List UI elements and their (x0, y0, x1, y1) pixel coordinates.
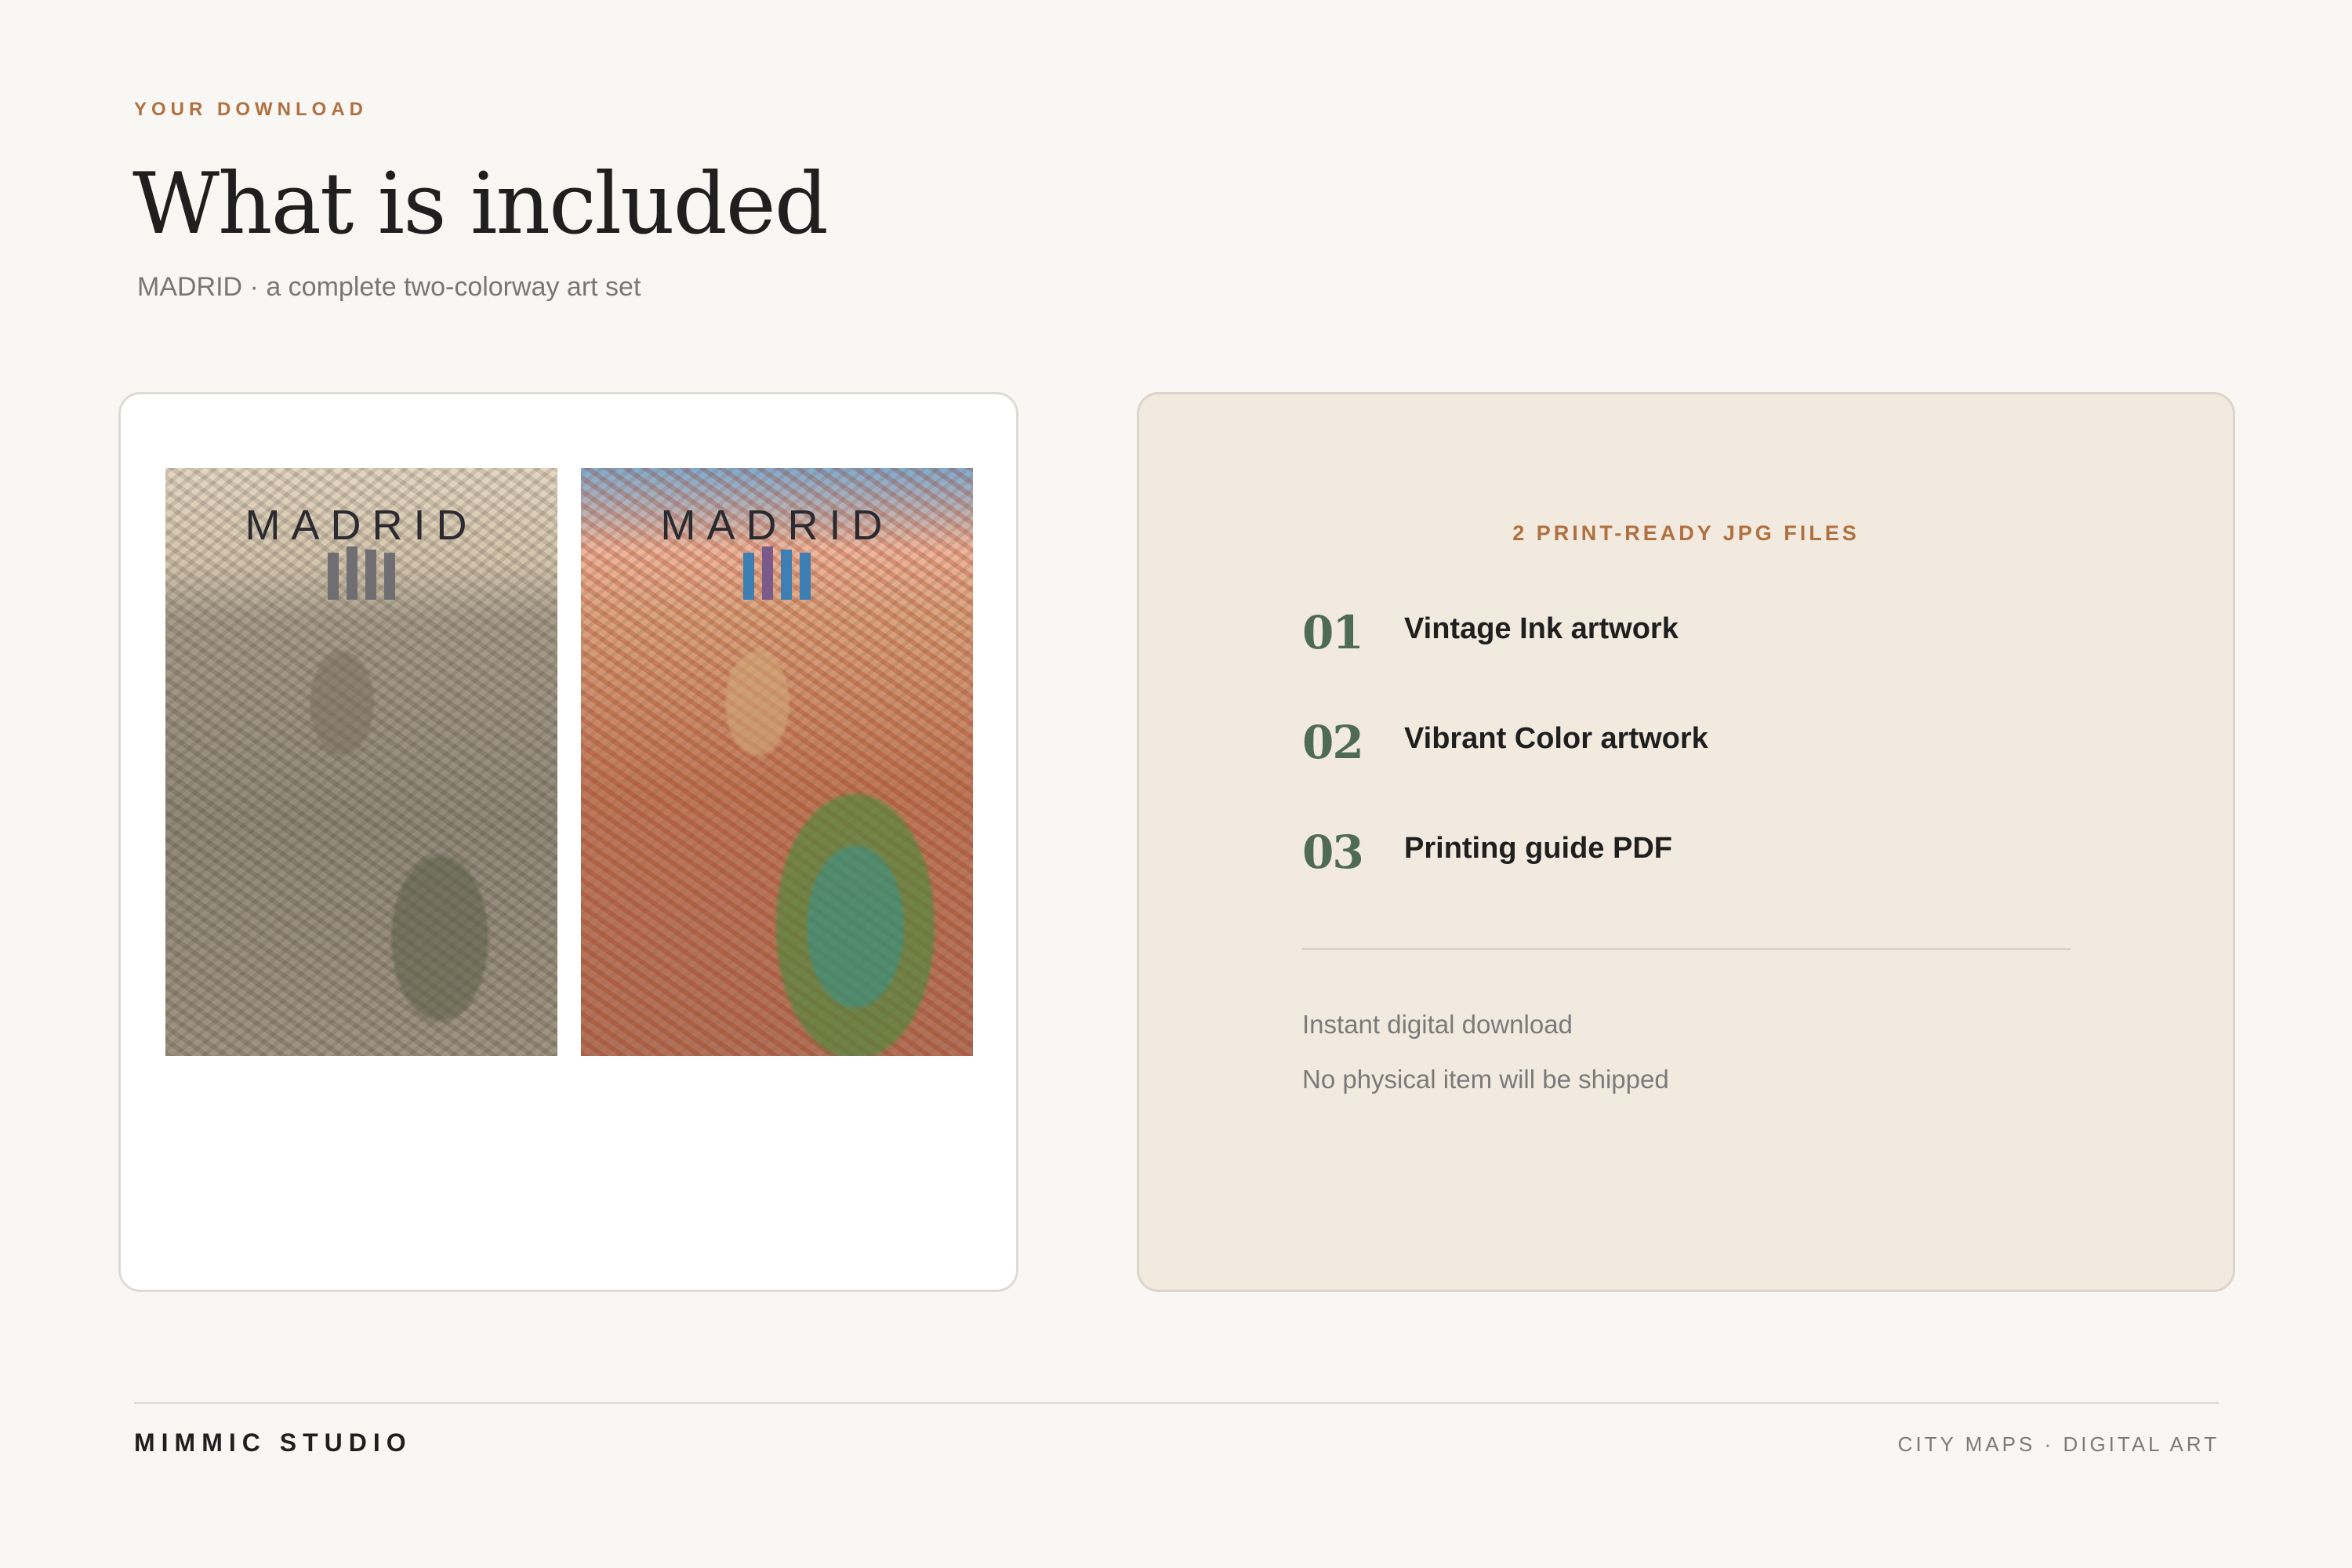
note-shipping: No physical item will be shipped (1302, 1065, 1669, 1094)
item-number: 02 (1302, 716, 1364, 769)
item-number: 03 (1302, 826, 1364, 879)
files-label: 2 PRINT-READY JPG FILES (1512, 521, 1860, 545)
poster-vintage-ink: MADRID (165, 468, 557, 1056)
note-download: Instant digital download (1302, 1010, 1573, 1039)
brand-name: MIMMIC STUDIO (134, 1428, 412, 1457)
item-label: Vintage Ink artwork (1404, 612, 1679, 645)
footer-tagline: CITY MAPS · DIGITAL ART (1897, 1432, 2220, 1456)
item-number: 01 (1302, 606, 1364, 659)
page-subtitle: MADRID · a complete two-colorway art set (137, 272, 641, 302)
details-card: 2 PRINT-READY JPG FILES 01 Vintage Ink a… (1137, 392, 2235, 1292)
item-label: Vibrant Color artwork (1404, 722, 1708, 755)
page-title: What is included (132, 155, 829, 253)
item-label: Printing guide PDF (1404, 832, 1672, 865)
poster-title: MADRID (245, 502, 478, 549)
preview-card: MADRID MADRID (118, 392, 1018, 1292)
skyline-towers (328, 546, 395, 600)
skyline-towers (743, 546, 811, 600)
divider (1302, 948, 2071, 950)
poster-vibrant-color: MADRID (581, 468, 973, 1056)
footer-divider (134, 1402, 2219, 1404)
poster-title: MADRID (660, 502, 894, 549)
eyebrow-label: YOUR DOWNLOAD (134, 99, 368, 120)
